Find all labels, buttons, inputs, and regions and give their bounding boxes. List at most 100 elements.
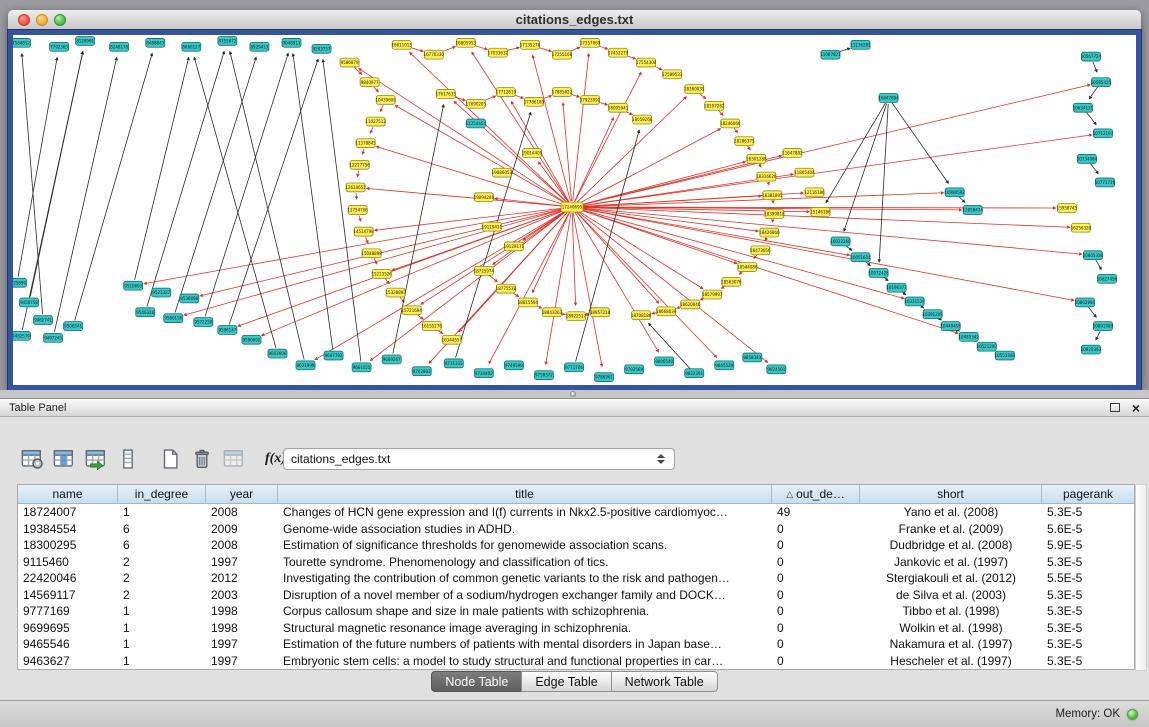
- network-node[interactable]: 17589533: [662, 70, 683, 79]
- network-node[interactable]: 18843263: [542, 308, 563, 317]
- network-node[interactable]: 17357069: [580, 38, 601, 47]
- network-node[interactable]: 9425899: [13, 278, 27, 287]
- network-edge[interactable]: [1089, 87, 1097, 99]
- network-node[interactable]: 8660127: [182, 42, 201, 51]
- network-node[interactable]: 9510603: [124, 281, 143, 290]
- network-node[interactable]: 11136261: [850, 40, 871, 49]
- network-node[interactable]: 10925303: [1081, 345, 1102, 354]
- network-edge[interactable]: [54, 57, 116, 332]
- network-edge[interactable]: [578, 135, 1092, 206]
- network-edge[interactable]: [759, 164, 761, 167]
- network-node[interactable]: 9758372: [534, 371, 553, 380]
- network-node[interactable]: 16611015: [391, 40, 412, 49]
- table-scrollbar[interactable]: [1135, 484, 1147, 671]
- network-node[interactable]: 9506541: [64, 322, 83, 331]
- network-edge[interactable]: [772, 220, 773, 223]
- network-edge[interactable]: [748, 146, 751, 150]
- network-node[interactable]: 18544086: [737, 263, 758, 272]
- network-node[interactable]: 9586147: [218, 326, 237, 335]
- network-node[interactable]: 18473056: [750, 246, 771, 255]
- network-edge[interactable]: [293, 54, 333, 350]
- network-edge[interactable]: [175, 57, 256, 312]
- network-node[interactable]: 10805338: [1083, 251, 1104, 260]
- table-row[interactable]: 1872400712008Changes of HCN gene express…: [18, 504, 1134, 521]
- network-edge[interactable]: [844, 104, 887, 232]
- table-settings-button[interactable]: [18, 445, 45, 472]
- network-node[interactable]: 18005941: [608, 103, 629, 112]
- network-node[interactable]: 9845529: [715, 361, 734, 370]
- network-node[interactable]: 10196373: [886, 283, 907, 292]
- network-node[interactable]: 15958745: [1057, 204, 1078, 213]
- network-edge[interactable]: [366, 237, 368, 243]
- network-node[interactable]: 17135278: [520, 40, 541, 49]
- network-node[interactable]: 9840977: [360, 78, 379, 87]
- network-node[interactable]: 10734064: [1077, 154, 1098, 163]
- network-edge[interactable]: [472, 52, 569, 202]
- network-node[interactable]: 18815594: [518, 298, 539, 307]
- network-edge[interactable]: [147, 51, 224, 306]
- network-node[interactable]: 17240695: [561, 202, 583, 212]
- network-node[interactable]: 9806540: [655, 357, 674, 366]
- network-node[interactable]: 9661025: [352, 363, 371, 372]
- network-edge[interactable]: [135, 57, 189, 280]
- network-node[interactable]: 12610651: [345, 183, 366, 192]
- network-node[interactable]: 17690205: [466, 99, 487, 108]
- network-edge[interactable]: [356, 193, 357, 199]
- network-edge[interactable]: [576, 211, 659, 303]
- network-node[interactable]: 9858343: [743, 353, 762, 362]
- network-edge[interactable]: [578, 209, 737, 263]
- network-edge[interactable]: [826, 103, 886, 203]
- network-node[interactable]: 18399818: [764, 210, 785, 219]
- network-node[interactable]: 10485342: [959, 332, 980, 341]
- network-edge[interactable]: [230, 51, 304, 359]
- network-node[interactable]: 18708186: [631, 311, 652, 320]
- network-edge[interactable]: [18, 57, 57, 276]
- network-edge[interactable]: [578, 193, 944, 207]
- network-node[interactable]: 9647792: [324, 351, 343, 360]
- network-edge[interactable]: [75, 53, 152, 320]
- network-edge[interactable]: [456, 112, 531, 358]
- network-edge[interactable]: [1096, 331, 1100, 340]
- network-edge[interactable]: [1096, 260, 1101, 269]
- table-row[interactable]: 1938455462009Genome-wide association stu…: [18, 521, 1134, 538]
- import-table-button[interactable]: [82, 445, 109, 472]
- table-row[interactable]: 1456911722003Disruption of a novel membe…: [18, 587, 1134, 604]
- column-header-year[interactable]: year: [206, 485, 278, 504]
- network-node[interactable]: 17452279: [608, 48, 629, 57]
- network-node[interactable]: 10891989: [1093, 322, 1114, 331]
- network-node[interactable]: 9521327: [152, 288, 171, 297]
- network-node[interactable]: 16155276: [422, 322, 443, 331]
- network-node[interactable]: 10391209: [922, 310, 943, 319]
- column-header-out-de[interactable]: △out_de…: [772, 485, 860, 504]
- network-edge[interactable]: [370, 211, 567, 361]
- network-edge[interactable]: [577, 129, 720, 205]
- network-node[interactable]: 18160035: [684, 85, 705, 94]
- network-node[interactable]: 10771716: [1095, 178, 1116, 187]
- network-edge[interactable]: [575, 212, 659, 352]
- network-node[interactable]: 18579997: [702, 290, 723, 299]
- network-edge[interactable]: [563, 103, 572, 201]
- column-header-in-degree[interactable]: in_degree: [118, 485, 206, 504]
- table-row[interactable]: 911546021997Tourette syndrome. Phenomeno…: [18, 554, 1134, 571]
- network-node[interactable]: 18620046: [680, 300, 701, 309]
- network-node[interactable]: 14514798: [353, 227, 374, 236]
- network-node[interactable]: 8488843: [146, 38, 165, 47]
- network-node[interactable]: 9792569: [625, 365, 644, 374]
- network-node[interactable]: 19094246: [474, 193, 495, 202]
- network-edge[interactable]: [1091, 164, 1099, 174]
- network-node[interactable]: 11027512: [365, 117, 386, 126]
- memory-indicator-led[interactable]: [1127, 709, 1138, 720]
- network-edge[interactable]: [380, 105, 383, 111]
- network-node[interactable]: 18381895: [762, 191, 783, 200]
- network-node[interactable]: 10980592: [944, 188, 965, 197]
- network-edge[interactable]: [577, 210, 703, 289]
- network-edge[interactable]: [577, 211, 768, 363]
- create-table-button[interactable]: [156, 445, 183, 472]
- network-edge[interactable]: [374, 87, 379, 92]
- close-panel-button[interactable]: ×: [1132, 402, 1140, 414]
- network-edge[interactable]: [879, 104, 888, 262]
- table-row[interactable]: 977716911998Corpus callosum shape and si…: [18, 603, 1134, 620]
- network-node[interactable]: 9586879: [340, 58, 359, 67]
- network-edge[interactable]: [765, 238, 766, 241]
- tab-network-table[interactable]: Network Table: [611, 671, 718, 692]
